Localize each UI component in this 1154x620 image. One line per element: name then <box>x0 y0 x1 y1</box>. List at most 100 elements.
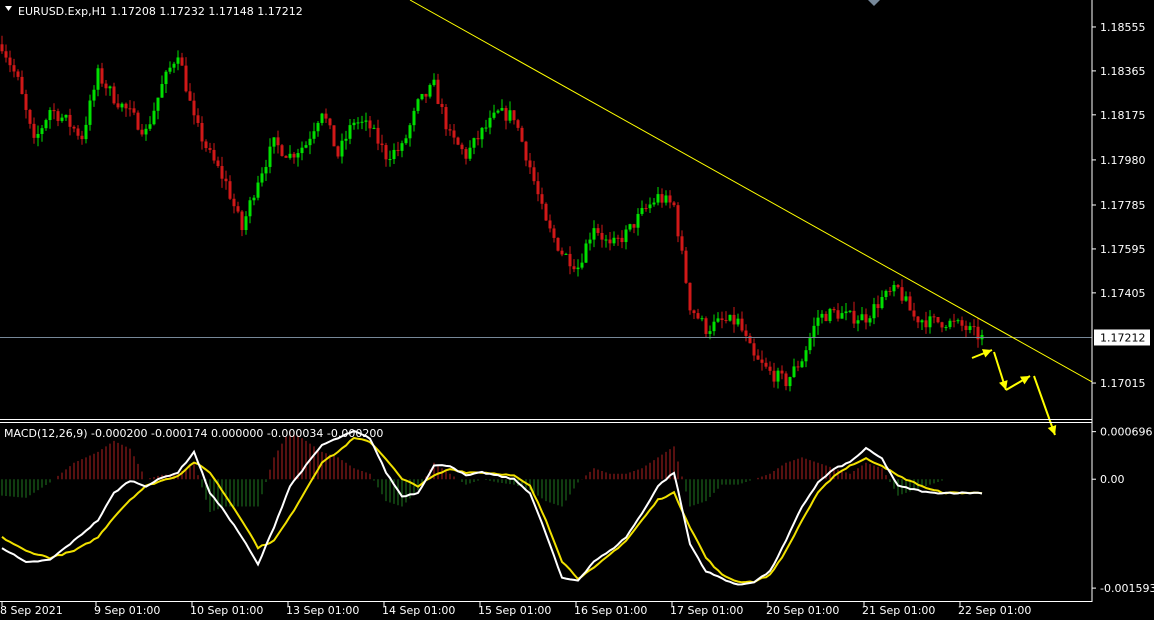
candle-body <box>248 200 252 217</box>
candle-body <box>360 121 364 123</box>
candle-body <box>352 122 356 126</box>
candle-body <box>760 359 764 363</box>
candle-body <box>504 108 508 121</box>
candle-body <box>676 205 680 237</box>
candle-body <box>332 125 336 147</box>
candle-body <box>752 343 756 356</box>
candle-body <box>236 206 240 212</box>
time-tick-label: 13 Sep 01:00 <box>286 604 359 617</box>
candle-body <box>840 313 844 319</box>
candle-body <box>868 318 872 323</box>
macd-tick-label: 0.00 <box>1100 473 1125 486</box>
candle-body <box>888 290 892 292</box>
candle-body <box>800 361 804 368</box>
price-tick-label: 1.17595 <box>1100 243 1146 256</box>
macd-tick-label: -0.001593 <box>1100 582 1154 595</box>
price-tick-label: 1.17980 <box>1100 154 1146 167</box>
candle-body <box>956 320 960 322</box>
candle-body <box>940 322 944 328</box>
candle-body <box>252 197 256 201</box>
candle-body <box>532 167 536 182</box>
candle-body <box>756 355 760 360</box>
candle-body <box>624 229 628 243</box>
candle-body <box>916 316 920 323</box>
price-tick-label: 1.17785 <box>1100 199 1146 212</box>
candle-body <box>696 313 700 319</box>
candle-body <box>576 267 580 270</box>
candle-body <box>740 318 744 331</box>
candle-body <box>336 146 340 157</box>
candle-body <box>804 350 808 362</box>
candle-body <box>580 262 584 268</box>
candle-body <box>452 130 456 138</box>
candle-body <box>716 318 720 322</box>
candle-body <box>416 99 420 111</box>
time-axis: 8 Sep 2021 9 Sep 01:00 10 Sep 01:00 13 Sep … <box>0 602 1031 617</box>
candle-body <box>8 57 12 66</box>
candle-body <box>292 153 296 158</box>
candle-body <box>728 314 732 321</box>
candle-body <box>100 68 104 84</box>
candle-body <box>548 220 552 229</box>
candle-body <box>544 203 548 221</box>
candle-body <box>344 138 348 141</box>
candle-body <box>256 182 260 198</box>
candle-body <box>412 110 416 126</box>
candle-body <box>40 128 44 134</box>
candle-body <box>408 125 412 139</box>
candle-body <box>112 86 116 104</box>
price-tick-label: 1.18555 <box>1100 21 1146 34</box>
candle-body <box>528 160 532 168</box>
candle-body <box>744 330 748 336</box>
candle-body <box>872 304 876 319</box>
candle-body <box>772 370 776 382</box>
candle-body <box>32 123 36 138</box>
candle-body <box>784 373 788 387</box>
candle-body <box>396 149 400 151</box>
candle-body <box>568 253 572 267</box>
candle-body <box>376 127 380 144</box>
candle-body <box>388 159 392 161</box>
candle-body <box>128 108 132 110</box>
candle-body <box>260 173 264 183</box>
candle-body <box>428 85 432 97</box>
candle-body <box>932 316 936 318</box>
candle-body <box>308 138 312 146</box>
candle-body <box>884 290 888 297</box>
price-tick-label: 1.18175 <box>1100 109 1146 122</box>
candle-body <box>720 318 724 321</box>
candle-body <box>372 127 376 129</box>
candle-body <box>120 103 124 108</box>
price-tick-label: 1.18365 <box>1100 65 1146 78</box>
candle-body <box>228 181 232 199</box>
candle-body <box>284 155 288 158</box>
time-tick-label: 21 Sep 01:00 <box>862 604 935 617</box>
chart-window[interactable]: 1.18555 1.18365 1.18175 1.17980 1.17785 1.175… <box>0 0 1154 620</box>
time-tick-label: 15 Sep 01:00 <box>478 604 551 617</box>
candle-body <box>136 112 140 130</box>
candle-body <box>364 120 368 122</box>
candle-body <box>312 131 316 139</box>
candle-body <box>500 108 504 111</box>
candle-body <box>60 117 64 121</box>
price-tick-label: 1.17015 <box>1100 377 1146 390</box>
time-tick-label: 20 Sep 01:00 <box>766 604 839 617</box>
candle-body <box>968 326 972 330</box>
candle-body <box>96 68 100 90</box>
candle-body <box>268 146 272 167</box>
candle-body <box>104 83 108 89</box>
candle-body <box>84 124 88 140</box>
candle-body <box>132 108 136 113</box>
candle-body <box>148 124 152 129</box>
candle-body <box>468 147 472 159</box>
time-tick-label: 8 Sep 2021 <box>0 604 63 617</box>
candle-body <box>780 370 784 374</box>
candle-body <box>244 216 248 231</box>
candle-body <box>588 239 592 244</box>
candle-body <box>152 110 156 125</box>
candle-body <box>820 313 824 318</box>
candle-body <box>320 113 324 123</box>
time-tick-label: 17 Sep 01:00 <box>670 604 743 617</box>
candle-body <box>448 129 452 131</box>
candle-body <box>172 63 176 68</box>
